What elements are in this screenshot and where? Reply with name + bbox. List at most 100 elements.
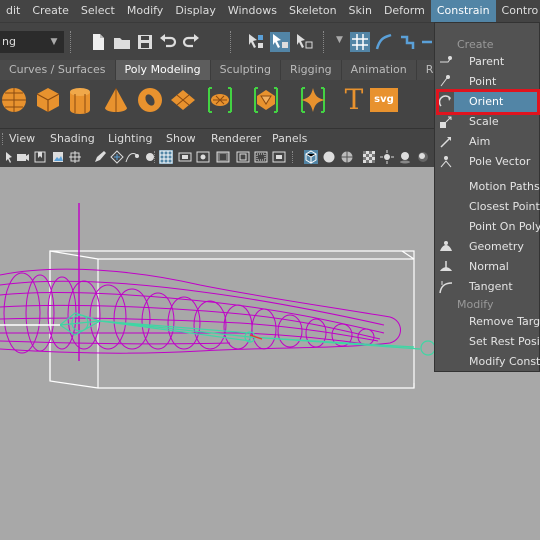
save-scene-icon[interactable] bbox=[135, 32, 155, 52]
menu-set-dropdown[interactable]: ng ▼ bbox=[0, 31, 64, 53]
poly-sphere-icon[interactable] bbox=[0, 84, 32, 116]
menu-control[interactable]: Contro bbox=[496, 0, 540, 22]
menu-item-remove-target[interactable]: Remove Target bbox=[469, 312, 540, 332]
snap-to-curve-icon[interactable] bbox=[374, 32, 394, 52]
separator bbox=[70, 31, 72, 53]
panel-menu-panels[interactable]: Panels bbox=[272, 132, 307, 145]
menu-constrain[interactable]: Constrain bbox=[430, 0, 496, 22]
main-menubar: dit Create Select Modify Display Windows… bbox=[0, 0, 540, 22]
menu-skin[interactable]: Skin bbox=[343, 0, 378, 22]
safe-title-icon[interactable] bbox=[272, 150, 286, 164]
bookmarks-icon[interactable] bbox=[33, 150, 47, 164]
panel-menu-renderer[interactable]: Renderer bbox=[211, 132, 261, 145]
new-scene-icon[interactable] bbox=[88, 32, 108, 52]
menu-create[interactable]: Create bbox=[26, 0, 75, 22]
grease-pencil-icon[interactable] bbox=[93, 150, 107, 164]
menu-item-aim[interactable]: Aim bbox=[469, 132, 490, 152]
menu-item-closest-point[interactable]: Closest Point bbox=[469, 197, 540, 217]
menu-modify[interactable]: Modify bbox=[121, 0, 169, 22]
pole-vector-constraint-icon bbox=[440, 156, 452, 168]
menu-display[interactable]: Display bbox=[169, 0, 222, 22]
point-constraint-icon bbox=[440, 75, 450, 87]
panel-menu-view[interactable]: View bbox=[9, 132, 35, 145]
shadows-icon[interactable] bbox=[398, 150, 412, 164]
separator bbox=[230, 31, 232, 53]
snap-to-point-icon[interactable] bbox=[398, 32, 418, 52]
sandbox-icon[interactable] bbox=[110, 150, 124, 164]
smooth-shade-icon[interactable] bbox=[322, 150, 336, 164]
menu-item-parent[interactable]: Parent bbox=[469, 52, 504, 72]
tab-animation[interactable]: Animation bbox=[341, 60, 416, 80]
menu-edit[interactable]: dit bbox=[0, 0, 26, 22]
separator bbox=[292, 151, 293, 163]
menu-skeleton[interactable]: Skeleton bbox=[283, 0, 343, 22]
motion-trail-icon[interactable] bbox=[125, 150, 139, 164]
poly-cube-icon[interactable] bbox=[32, 84, 64, 116]
platonic-solid-icon[interactable] bbox=[250, 84, 282, 116]
select-by-object-icon[interactable] bbox=[270, 32, 290, 52]
poly-disc-icon[interactable] bbox=[204, 84, 236, 116]
menu-section-modify: Modify bbox=[457, 298, 494, 311]
snap-to-grid-icon[interactable] bbox=[350, 32, 370, 52]
select-by-hierarchy-icon[interactable] bbox=[246, 32, 266, 52]
tangent-constraint-icon bbox=[439, 281, 453, 294]
2d-pan-zoom-icon[interactable] bbox=[68, 150, 82, 164]
tab-poly-modeling[interactable]: Poly Modeling bbox=[115, 60, 210, 80]
chevron-down-icon[interactable]: ▼ bbox=[336, 35, 343, 45]
camera-attributes-icon[interactable] bbox=[16, 150, 30, 164]
poly-plane-icon[interactable] bbox=[167, 84, 199, 116]
panel-menu-show[interactable]: Show bbox=[166, 132, 196, 145]
menu-item-point-on-poly[interactable]: Point On Poly bbox=[469, 217, 540, 237]
menu-select[interactable]: Select bbox=[75, 0, 121, 22]
super-shape-icon[interactable] bbox=[297, 84, 329, 116]
safe-action-icon[interactable] bbox=[254, 150, 268, 164]
undo-icon[interactable] bbox=[158, 32, 178, 52]
menu-item-normal[interactable]: Normal bbox=[469, 257, 509, 277]
image-plane-icon[interactable] bbox=[51, 150, 65, 164]
separator bbox=[154, 151, 155, 163]
menu-windows[interactable]: Windows bbox=[222, 0, 283, 22]
menu-item-motion-paths[interactable]: Motion Paths bbox=[469, 177, 540, 197]
grid-toggle-icon[interactable] bbox=[159, 150, 173, 164]
menu-item-geometry[interactable]: Geometry bbox=[469, 237, 524, 257]
menu-deform[interactable]: Deform bbox=[378, 0, 431, 22]
parent-constraint-icon bbox=[440, 56, 452, 63]
separator bbox=[2, 133, 4, 145]
wireframe-shading-icon[interactable] bbox=[304, 150, 318, 164]
poly-torus-icon[interactable] bbox=[134, 84, 166, 116]
wireframe-on-shaded-icon[interactable] bbox=[340, 150, 354, 164]
menu-item-modify-constrained-axis[interactable]: Modify Constr bbox=[469, 352, 540, 372]
orient-annotation-box bbox=[436, 89, 540, 115]
constrain-menu: Create Parent Point Orient Scale Aim Pol… bbox=[434, 22, 540, 372]
tab-curves-surfaces[interactable]: Curves / Surfaces bbox=[0, 60, 115, 80]
textured-icon[interactable] bbox=[362, 150, 376, 164]
panel-menu-shading[interactable]: Shading bbox=[50, 132, 95, 145]
tab-rigging[interactable]: Rigging bbox=[280, 60, 341, 80]
poly-type-icon[interactable]: T bbox=[338, 84, 370, 116]
separator bbox=[323, 31, 325, 53]
menu-item-set-rest-position[interactable]: Set Rest Position bbox=[469, 332, 540, 352]
geometry-constraint-icon bbox=[440, 241, 452, 251]
poly-cone-icon[interactable] bbox=[100, 84, 132, 116]
menu-item-pole-vector[interactable]: Pole Vector bbox=[469, 152, 530, 172]
menu-item-scale[interactable]: Scale bbox=[469, 112, 499, 132]
aim-constraint-icon bbox=[440, 137, 451, 148]
select-by-component-icon[interactable] bbox=[294, 32, 314, 52]
tab-sculpting[interactable]: Sculpting bbox=[210, 60, 280, 80]
poly-cylinder-icon[interactable] bbox=[64, 84, 96, 116]
film-gate-icon[interactable] bbox=[178, 150, 192, 164]
redo-icon[interactable] bbox=[181, 32, 201, 52]
menu-set-value: ng bbox=[2, 35, 16, 48]
panel-menu-lighting[interactable]: Lighting bbox=[108, 132, 152, 145]
field-chart-icon[interactable] bbox=[236, 150, 250, 164]
svg-tool-icon[interactable]: svg bbox=[370, 88, 398, 112]
resolution-gate-icon[interactable] bbox=[196, 150, 210, 164]
chevron-down-icon: ▼ bbox=[50, 37, 58, 47]
menu-item-tangent[interactable]: Tangent bbox=[469, 277, 513, 297]
menu-section-create: Create bbox=[457, 38, 494, 51]
open-scene-icon[interactable] bbox=[112, 32, 132, 52]
body-wireframe bbox=[0, 268, 401, 354]
gate-mask-icon[interactable] bbox=[216, 150, 230, 164]
screen-space-ao-icon[interactable] bbox=[416, 150, 430, 164]
use-all-lights-icon[interactable] bbox=[380, 150, 394, 164]
